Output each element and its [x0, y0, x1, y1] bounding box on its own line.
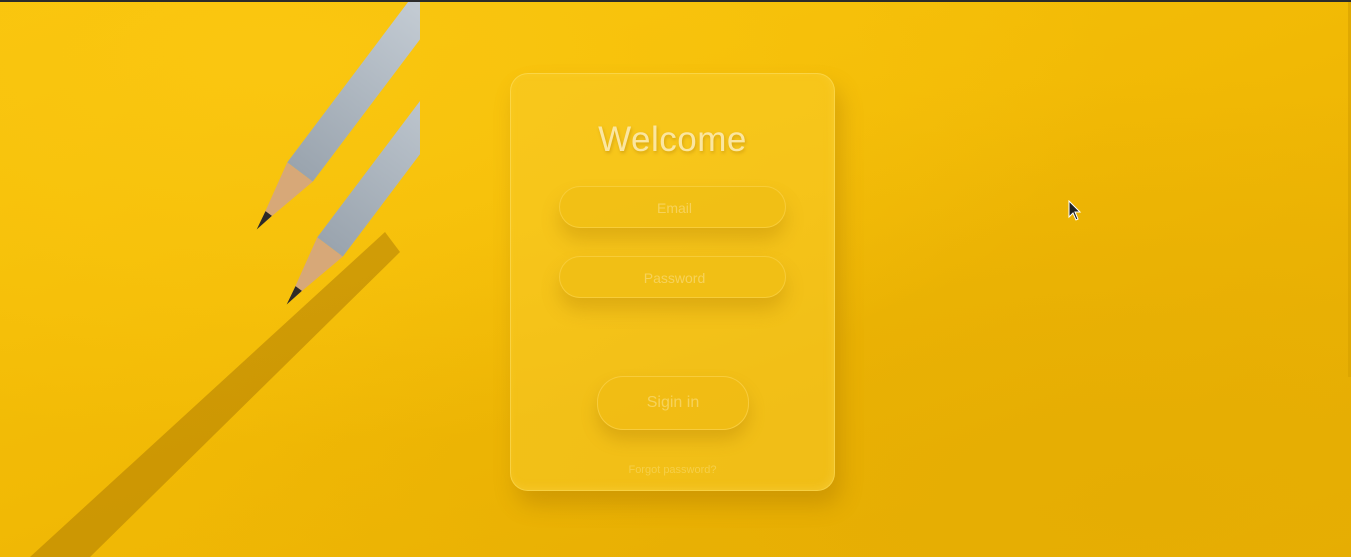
- forgot-password-link[interactable]: Forgot password?: [511, 464, 834, 476]
- password-field[interactable]: [560, 257, 789, 299]
- welcome-title: Welcome: [598, 120, 747, 159]
- login-card: Welcome Sigin in Forgot password?: [510, 73, 835, 491]
- top-border: [0, 0, 1351, 2]
- mouse-pointer-icon: [1068, 200, 1082, 221]
- email-field-wrapper: [559, 186, 789, 229]
- pencils-image: [30, 2, 420, 557]
- signin-button[interactable]: Sigin in: [597, 376, 749, 430]
- password-field-wrapper: [559, 256, 789, 299]
- email-field[interactable]: [560, 187, 789, 229]
